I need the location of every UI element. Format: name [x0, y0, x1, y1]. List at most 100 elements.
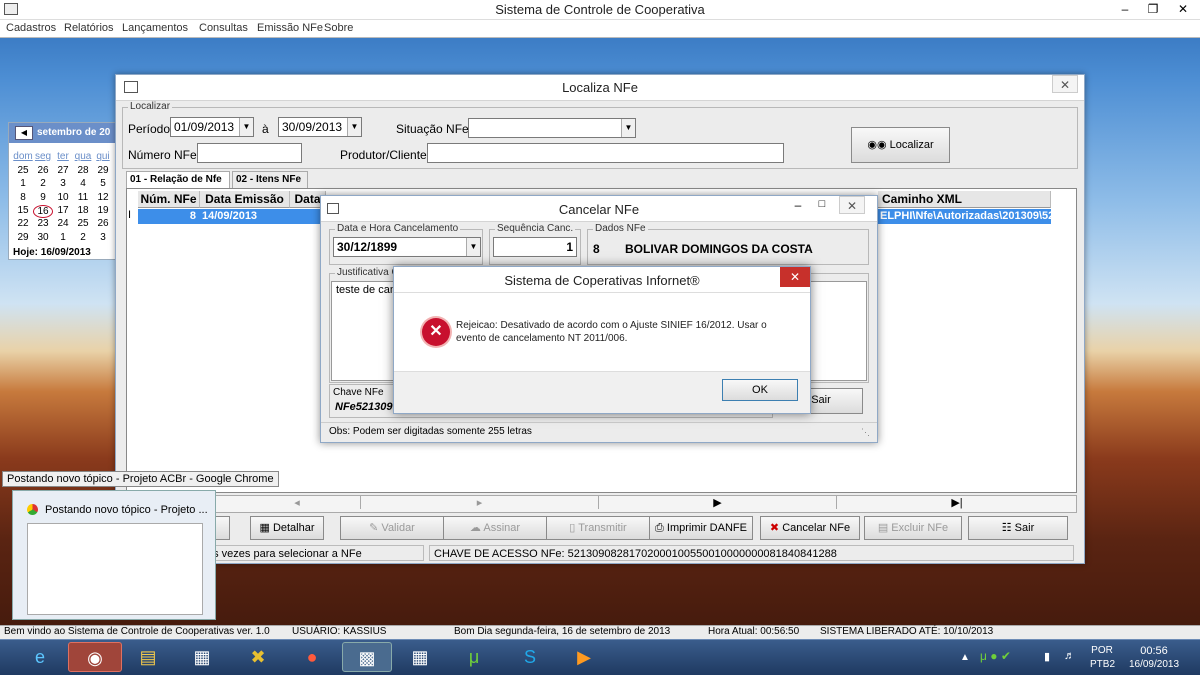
taskbar-preview[interactable]: Postando novo tópico - Projeto ...	[12, 490, 216, 620]
calendar-day[interactable]: 3	[53, 178, 73, 189]
calendar-day[interactable]: 2	[33, 178, 53, 189]
calendar-day[interactable]: 1	[13, 178, 33, 189]
status-bem-vindo: Bem vindo ao Sistema de Controle de Coop…	[4, 626, 270, 637]
calendar-day[interactable]: 25	[13, 165, 33, 176]
calendar-day[interactable]: 25	[73, 218, 93, 229]
calendar-day[interactable]: 28	[73, 165, 93, 176]
cell-num[interactable]: 8	[138, 209, 200, 224]
calendar-day[interactable]: 2	[73, 232, 93, 243]
cell-caminho[interactable]: ELPHI\Nfe\Autorizadas\201309\52	[878, 209, 1051, 224]
cancelar-nfe-button[interactable]: ✖ Cancelar NFe	[760, 516, 860, 540]
menu-relatorios[interactable]: Relatórios	[64, 22, 114, 34]
produtor-input[interactable]	[427, 143, 784, 163]
chevron-down-icon[interactable]: ▼	[347, 118, 361, 136]
menu-emissao-nfe[interactable]: Emissão NFe	[257, 22, 323, 34]
ok-button[interactable]: OK	[722, 379, 798, 401]
nav-first[interactable]: ◂	[234, 496, 360, 509]
tray-lang[interactable]: POR	[1090, 645, 1114, 656]
cancelar-close-button[interactable]: ✕	[839, 196, 865, 214]
detalhar-button[interactable]: ▦ Detalhar	[250, 516, 324, 540]
col-data-emissao[interactable]: Data Emissão	[200, 191, 290, 208]
signal-icon[interactable]: ▮	[1044, 650, 1050, 663]
nav-last[interactable]: ▶|	[836, 496, 1077, 509]
cooperativa-taskbar-icon[interactable]: ▩	[342, 642, 392, 672]
menu-lancamentos[interactable]: Lançamentos	[122, 22, 188, 34]
nav-next[interactable]: ▶	[598, 496, 836, 509]
calendar-day[interactable]: 17	[53, 205, 73, 216]
calendar-day[interactable]: 4	[73, 178, 93, 189]
assinar-button[interactable]: ☁ Assinar	[443, 516, 547, 540]
cell-data[interactable]	[290, 209, 320, 224]
transmitir-button[interactable]: ▯ Transmitir	[546, 516, 650, 540]
localizar-button[interactable]: ◉◉ Localizar	[851, 127, 950, 163]
calendar-day[interactable]: 10	[53, 192, 73, 203]
imprimir-danfe-button[interactable]: ⎙ Imprimir DANFE	[649, 516, 753, 540]
restore-button[interactable]: ❐	[1138, 0, 1168, 18]
tray-date[interactable]: 16/09/2013	[1124, 659, 1184, 670]
calendar-day[interactable]: 30	[33, 232, 53, 243]
calendar-day[interactable]: 19	[93, 205, 113, 216]
calendar-day[interactable]: 16	[33, 204, 53, 218]
calendar-day[interactable]: 1	[53, 232, 73, 243]
cancelar-maximize[interactable]: □	[813, 198, 831, 210]
calculator-icon[interactable]: ▦	[402, 642, 438, 672]
app-icon-2[interactable]: ▦	[184, 642, 220, 672]
close-button[interactable]: ✕	[1166, 0, 1200, 18]
calendar-day[interactable]: 29	[13, 232, 33, 243]
chevron-down-icon[interactable]: ▼	[621, 119, 635, 137]
utorrent-icon[interactable]: μ	[456, 642, 492, 672]
minimize-button[interactable]: –	[1110, 0, 1140, 18]
calendar-day[interactable]: 5	[93, 178, 113, 189]
explorer-icon[interactable]: ▤	[130, 642, 166, 672]
tools-icon[interactable]: ✖	[240, 642, 276, 672]
calendar-day[interactable]: 22	[13, 218, 33, 229]
data-cancel-field[interactable]: 30/12/1899	[333, 237, 481, 257]
calendar-day[interactable]: 8	[13, 192, 33, 203]
tab-itens[interactable]: 02 - Itens NFe	[232, 171, 308, 188]
cell-emissao[interactable]: 14/09/2013	[200, 209, 290, 224]
chevron-down-icon[interactable]: ▼	[239, 118, 253, 136]
calendar-today[interactable]: Hoje: 16/09/2013	[13, 247, 91, 258]
col-num-nfe[interactable]: Núm. NFe	[138, 191, 200, 208]
chrome-taskbar-icon[interactable]: ◉	[68, 642, 122, 672]
excluir-nfe-button[interactable]: ▤ Excluir NFe	[864, 516, 962, 540]
calendar-day[interactable]: 26	[93, 218, 113, 229]
numero-input[interactable]	[197, 143, 302, 163]
tray-time[interactable]: 00:56	[1124, 645, 1184, 657]
sair-button[interactable]: ☷ Sair	[968, 516, 1068, 540]
validar-button[interactable]: ✎ Validar	[340, 516, 444, 540]
menu-sobre[interactable]: Sobre	[324, 22, 353, 34]
col-caminho-xml[interactable]: Caminho XML	[878, 191, 1051, 208]
calendar-day[interactable]: 29	[93, 165, 113, 176]
skype-icon[interactable]: S	[512, 642, 548, 672]
calendar-day[interactable]: 24	[53, 218, 73, 229]
media-player-icon[interactable]: ▶	[566, 642, 602, 672]
tray-layout[interactable]: PTB2	[1090, 659, 1115, 670]
calendar-day[interactable]: 27	[53, 165, 73, 176]
calendar-day[interactable]: 11	[73, 192, 93, 203]
error-close-button[interactable]: ✕	[780, 267, 810, 287]
calendar-day[interactable]: 3	[93, 232, 113, 243]
situacao-select[interactable]	[468, 118, 636, 138]
tray-arrow-icon[interactable]: ▲	[960, 652, 970, 663]
localiza-close-button[interactable]: ✕	[1052, 75, 1078, 93]
tab-relacao[interactable]: 01 - Relação de Nfe	[126, 171, 230, 188]
resize-grip-icon[interactable]: ⋱	[861, 427, 870, 438]
ie-icon[interactable]: e	[22, 642, 58, 672]
calendar-day[interactable]: 23	[33, 218, 53, 229]
seq-field[interactable]: 1	[493, 237, 577, 257]
calendar-day[interactable]: 26	[33, 165, 53, 176]
nav-prev[interactable]: ▸	[360, 496, 598, 509]
calendar-day[interactable]: 15	[13, 205, 33, 216]
volume-icon[interactable]: ♬	[1064, 650, 1075, 662]
calendar-day[interactable]: 18	[73, 205, 93, 216]
menu-cadastros[interactable]: Cadastros	[6, 22, 56, 34]
calendar-day[interactable]: 12	[93, 192, 113, 203]
menu-consultas[interactable]: Consultas	[199, 22, 248, 34]
tray-icons[interactable]: μ ● ✔	[980, 649, 1011, 663]
calendar-day[interactable]: 9	[33, 192, 53, 203]
chevron-down-icon[interactable]: ▼	[466, 238, 480, 256]
calendar-prev-button[interactable]: ◀	[15, 126, 33, 140]
cancelar-minimize[interactable]: –	[789, 198, 807, 212]
app-icon-4[interactable]: ●	[294, 642, 330, 672]
